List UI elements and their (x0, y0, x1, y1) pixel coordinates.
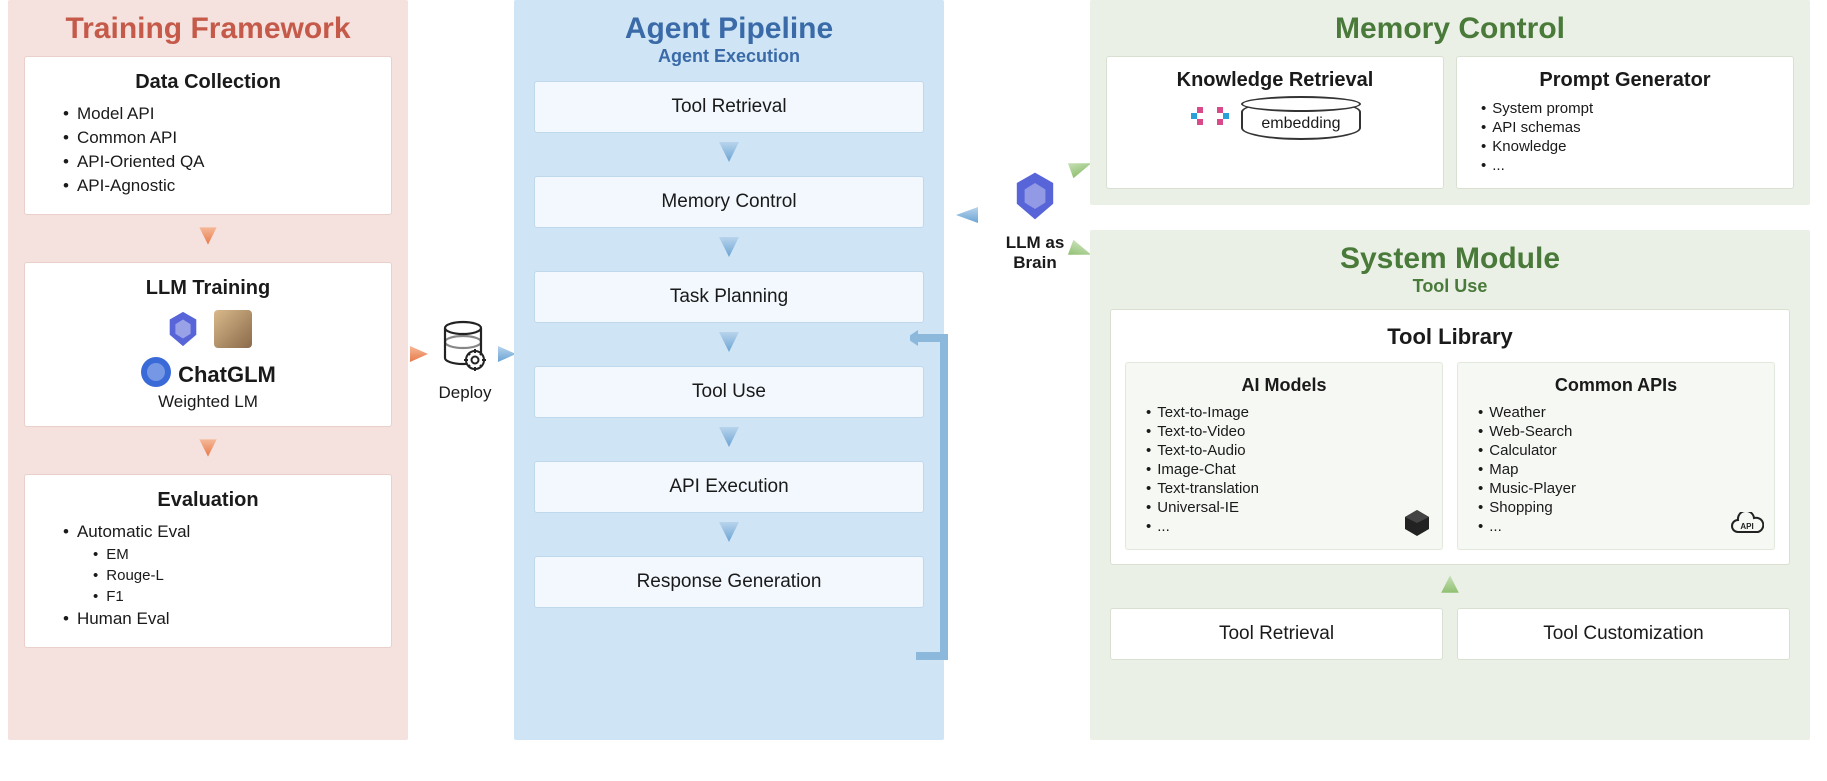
pipeline-step: Task Planning (534, 271, 924, 323)
list-item: ... (1478, 518, 1760, 535)
list-item: ... (1146, 518, 1428, 535)
cube-icon (1402, 508, 1432, 543)
arrow-down-icon (534, 234, 924, 265)
chatglm-logo-icon (140, 356, 172, 388)
list-item: Text-to-Audio (1146, 442, 1428, 459)
pipeline-step: Memory Control (534, 176, 924, 228)
list-item: EM (63, 546, 373, 563)
arrow-down-icon (534, 329, 924, 360)
loop-arrow-icon (910, 330, 950, 670)
deploy-label: Deploy (420, 383, 510, 403)
pipeline-step: API Execution (534, 461, 924, 513)
list-item: Rouge-L (63, 567, 373, 584)
agent-pipeline-title: Agent Pipeline (534, 12, 924, 46)
system-module-subtitle: Tool Use (1110, 276, 1790, 297)
list-item: Image-Chat (1146, 461, 1428, 478)
arrow-down-icon (534, 139, 924, 170)
list-item: Text-translation (1146, 480, 1428, 497)
agent-pipeline-subtitle: Agent Execution (534, 46, 924, 67)
list-item: Shopping (1478, 499, 1760, 516)
list-item: API schemas (1481, 119, 1777, 136)
list-item: Knowledge (1481, 138, 1777, 155)
tool-retrieval-box: Tool Retrieval (1110, 608, 1443, 660)
tool-customization-box: Tool Customization (1457, 608, 1790, 660)
llm-training-title: LLM Training (43, 277, 373, 300)
list-item: Map (1478, 461, 1760, 478)
list-item: Weather (1478, 404, 1760, 421)
arrow-down-icon (24, 435, 392, 466)
memory-control-panel: Memory Control Knowledge Retrieval embed… (1090, 0, 1810, 205)
list-item: Text-to-Video (1146, 423, 1428, 440)
svg-text:API: API (1740, 522, 1753, 531)
system-module-title: System Module (1110, 242, 1790, 276)
tool-library-box: Tool Library AI Models Text-to-Image Tex… (1110, 309, 1790, 565)
weighted-lm-label: Weighted LM (43, 392, 373, 412)
knowledge-retrieval-box: Knowledge Retrieval embedding (1106, 56, 1444, 189)
prompt-generator-box: Prompt Generator System prompt API schem… (1456, 56, 1794, 189)
data-collection-box: Data Collection Model API Common API API… (24, 56, 392, 215)
list-item: API-Oriented QA (63, 152, 373, 172)
common-apis-title: Common APIs (1472, 375, 1760, 396)
list-item: Universal-IE (1146, 499, 1428, 516)
list-item: Music-Player (1478, 480, 1760, 497)
ai-models-box: AI Models Text-to-Image Text-to-Video Te… (1125, 362, 1443, 550)
data-collection-list: Model API Common API API-Oriented QA API… (43, 104, 373, 196)
list-item: Text-to-Image (1146, 404, 1428, 421)
vicuna-logo-icon (214, 310, 252, 348)
training-framework-panel: Training Framework Data Collection Model… (8, 0, 408, 740)
memory-control-title: Memory Control (1106, 12, 1794, 46)
list-item: Web-Search (1478, 423, 1760, 440)
arrow-down-icon (24, 223, 392, 254)
api-cloud-icon: API (1730, 512, 1764, 543)
knowledge-retrieval-title: Knowledge Retrieval (1123, 69, 1427, 92)
chatglm-label: ChatGLM (178, 362, 276, 388)
evaluation-title: Evaluation (43, 489, 373, 512)
list-item: Human Eval (63, 609, 373, 629)
database-gear-icon (441, 320, 489, 377)
list-item: System prompt (1481, 100, 1777, 117)
tool-library-title: Tool Library (1125, 324, 1775, 350)
training-framework-title: Training Framework (24, 12, 392, 46)
pipeline-step: Tool Use (534, 366, 924, 418)
pipeline-step: Tool Retrieval (534, 81, 924, 133)
brain-label-2: Brain (1013, 253, 1056, 272)
prompt-generator-title: Prompt Generator (1473, 69, 1777, 92)
pixel-logo-icon (1189, 103, 1231, 138)
llm-training-box: LLM Training ChatGLM Weighted LM (24, 262, 392, 427)
list-item: Calculator (1478, 442, 1760, 459)
arrow-up-icon (1110, 573, 1790, 600)
arrow-down-icon (534, 424, 924, 455)
list-item: Model API (63, 104, 373, 124)
ai-models-title: AI Models (1140, 375, 1428, 396)
list-item: API-Agnostic (63, 176, 373, 196)
arrow-down-icon (534, 519, 924, 550)
brain-logo-icon (1009, 209, 1061, 226)
evaluation-box: Evaluation Automatic Eval EM Rouge-L F1 … (24, 474, 392, 648)
common-apis-box: Common APIs Weather Web-Search Calculato… (1457, 362, 1775, 550)
data-collection-title: Data Collection (43, 71, 373, 94)
brain-label-1: LLM as (1006, 233, 1065, 252)
list-item: Automatic Eval (63, 522, 373, 542)
agent-pipeline-panel: Agent Pipeline Agent Execution Tool Retr… (514, 0, 944, 740)
embedding-cylinder-icon: embedding (1241, 100, 1361, 140)
arrow-left-icon (954, 204, 980, 226)
model-logo-icon (164, 310, 202, 348)
pipeline-step: Response Generation (534, 556, 924, 608)
list-item: Common API (63, 128, 373, 148)
system-module-panel: System Module Tool Use Tool Library AI M… (1090, 230, 1810, 740)
list-item: ... (1481, 157, 1777, 174)
list-item: F1 (63, 588, 373, 605)
